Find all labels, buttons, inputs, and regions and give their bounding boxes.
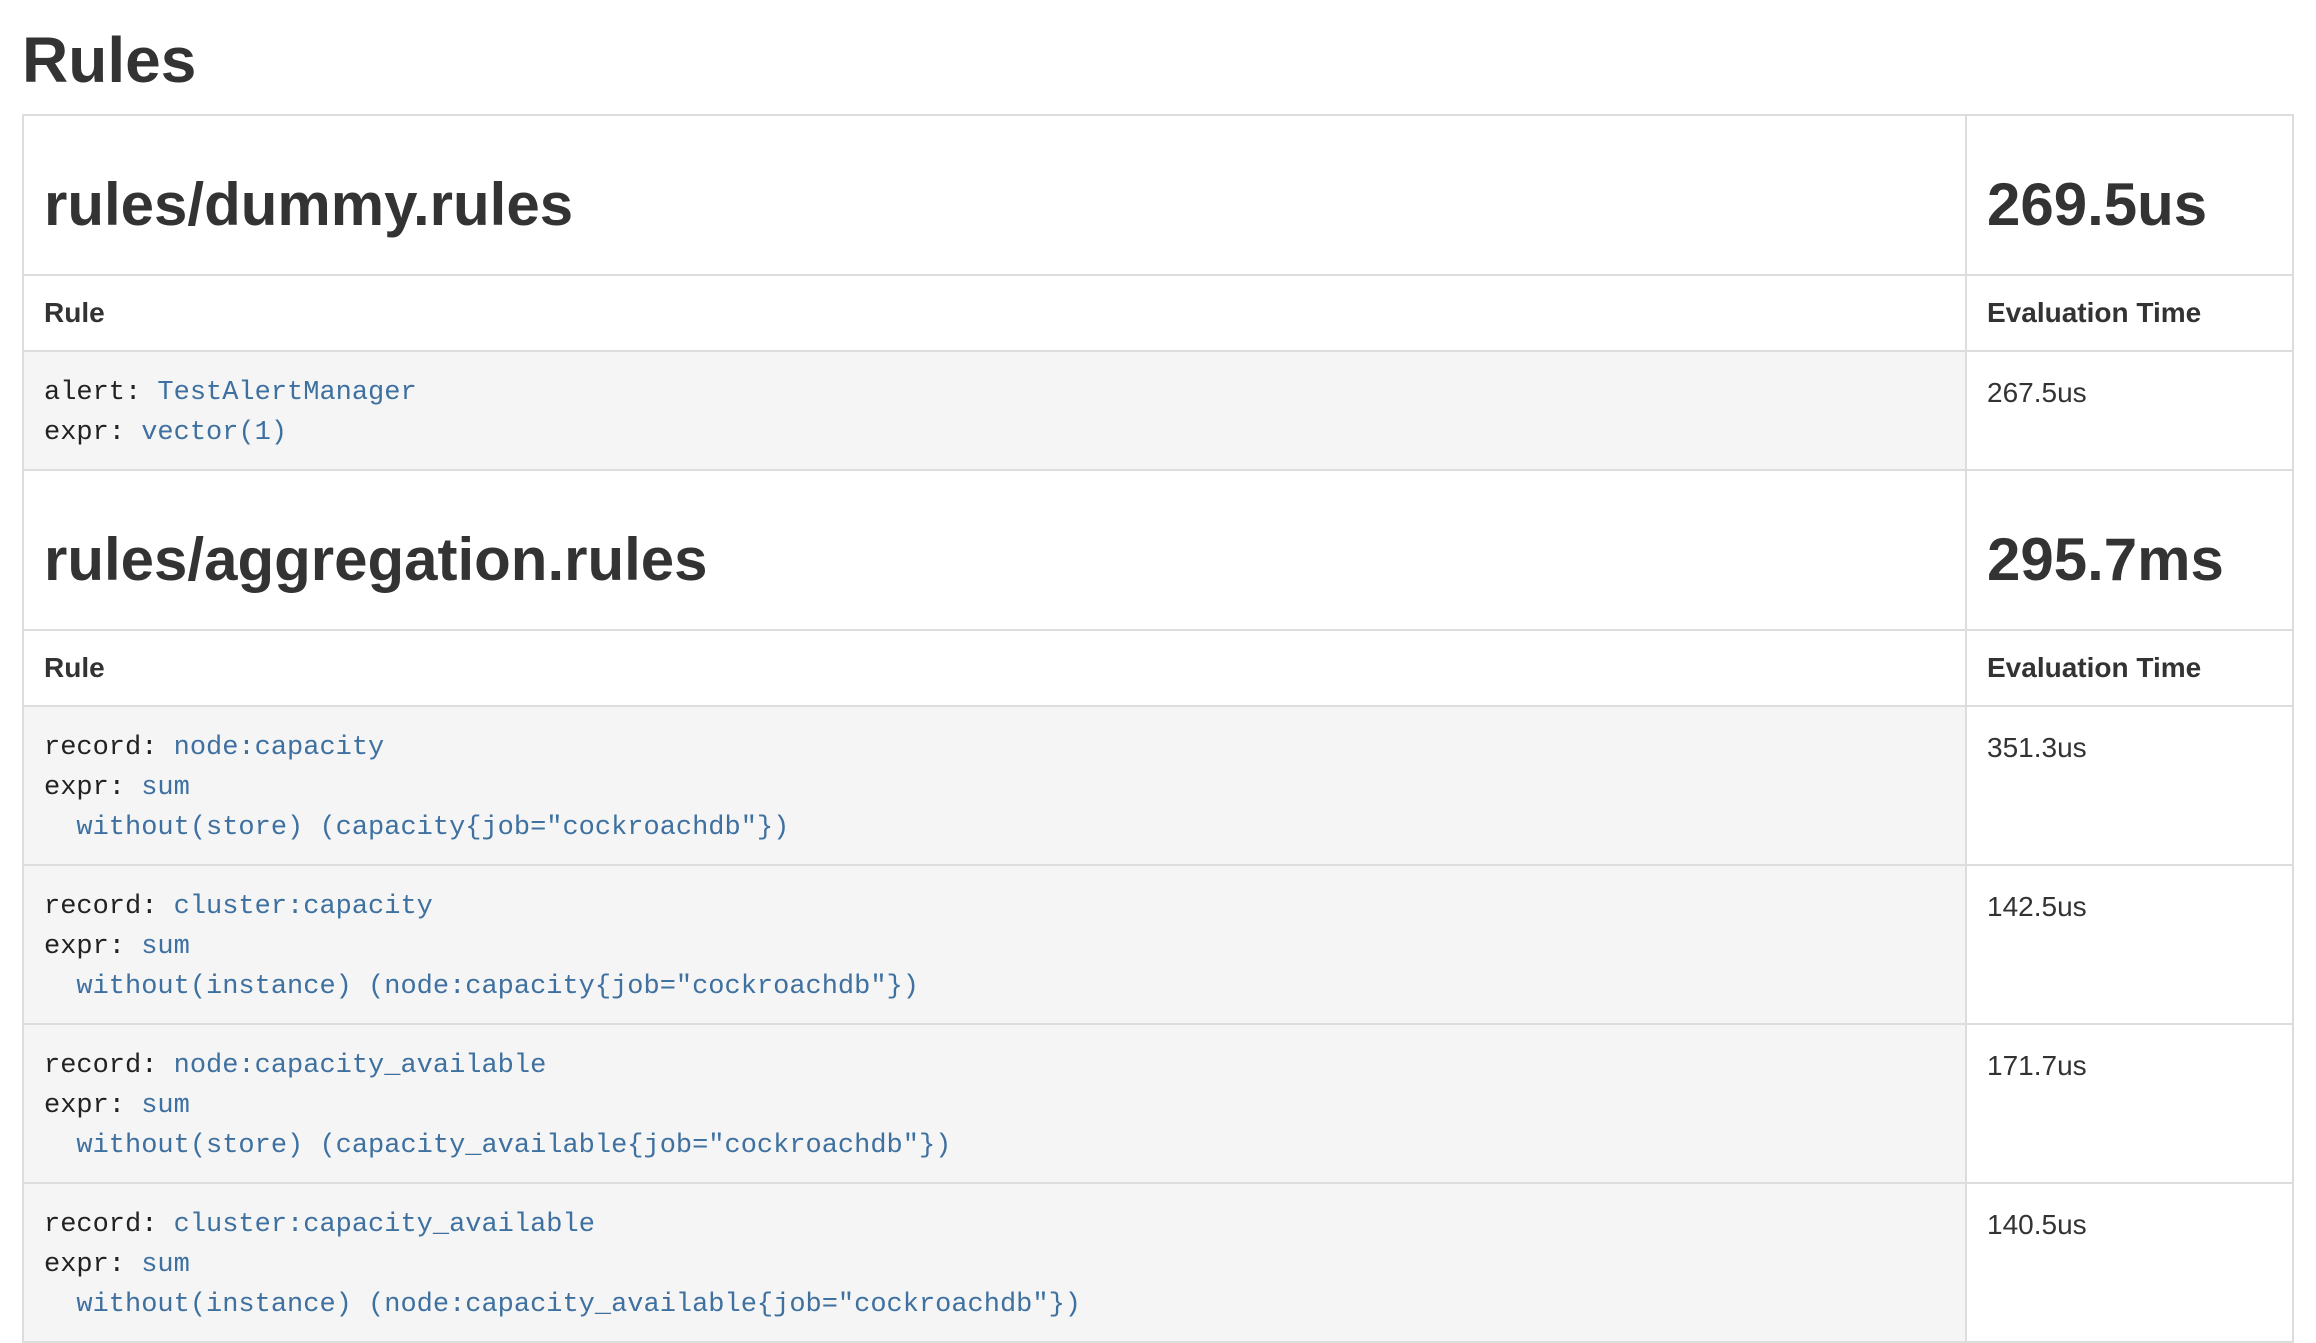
rules-page: { "page_title": "Rules", "columns": { "r… [0, 0, 2316, 1322]
rule-row: alert: TestAlertManagerexpr: vector(1) 2… [23, 351, 2293, 470]
rule-line: expr: sum [44, 1245, 1945, 1285]
rule-type-label: record: [44, 1210, 157, 1240]
rule-definition-cell: record: cluster:capacityexpr: sum withou… [23, 865, 1966, 1024]
rule-line: without(instance) (node:capacity{job="co… [44, 967, 1945, 1007]
rule-code: record: node:capacityexpr: sum without(s… [44, 728, 1945, 848]
rule-column-header: Rule [23, 630, 1966, 706]
rule-code: alert: TestAlertManagerexpr: vector(1) [44, 373, 1945, 453]
rule-type-label: record: [44, 733, 157, 763]
group-file-cell: rules/dummy.rules [23, 115, 1966, 275]
rule-type-label: record: [44, 1051, 157, 1081]
rule-evaluation-time: 351.3us [1966, 706, 2293, 865]
expr-label: expr: [44, 418, 125, 448]
rule-evaluation-time: 140.5us [1966, 1183, 2293, 1342]
expr-link[interactable]: sum [141, 1091, 190, 1121]
rule-code: record: cluster:capacityexpr: sum withou… [44, 887, 1945, 1007]
rule-line: alert: TestAlertManager [44, 373, 1945, 413]
expr-continuation-link[interactable]: without(instance) (node:capacity_availab… [44, 1290, 1081, 1320]
group-header-row: rules/dummy.rules 269.5us [23, 115, 2293, 275]
rule-line: without(store) (capacity_available{job="… [44, 1126, 1945, 1166]
rule-line: record: cluster:capacity_available [44, 1205, 1945, 1245]
rule-row: record: node:capacityexpr: sum without(s… [23, 706, 2293, 865]
group-file-cell: rules/aggregation.rules [23, 470, 1966, 630]
rule-line: without(store) (capacity{job="cockroachd… [44, 808, 1945, 848]
expr-label: expr: [44, 773, 125, 803]
group-file-name: rules/dummy.rules [44, 172, 1945, 238]
expr-label: expr: [44, 1091, 125, 1121]
rule-evaluation-time: 171.7us [1966, 1024, 2293, 1183]
expr-continuation-link[interactable]: without(store) (capacity_available{job="… [44, 1131, 951, 1161]
group-total-time-cell: 295.7ms [1966, 470, 2293, 630]
group-total-time-cell: 269.5us [1966, 115, 2293, 275]
column-header-row: Rule Evaluation Time [23, 630, 2293, 706]
expr-label: expr: [44, 932, 125, 962]
rule-evaluation-time: 267.5us [1966, 351, 2293, 470]
expr-label: expr: [44, 1250, 125, 1280]
rule-definition-cell: alert: TestAlertManagerexpr: vector(1) [23, 351, 1966, 470]
rule-line: expr: sum [44, 1086, 1945, 1126]
rule-name-link[interactable]: node:capacity [174, 733, 385, 763]
expr-continuation-link[interactable]: without(instance) (node:capacity{job="co… [44, 972, 919, 1002]
rule-name-link[interactable]: node:capacity_available [174, 1051, 547, 1081]
expr-link[interactable]: vector(1) [141, 418, 287, 448]
page-title: Rules [22, 22, 2294, 98]
rule-column-header: Rule [23, 275, 1966, 351]
column-header-row: Rule Evaluation Time [23, 275, 2293, 351]
rule-row: record: cluster:capacity_availableexpr: … [23, 1183, 2293, 1342]
rules-table: rules/dummy.rules 269.5us Rule Evaluatio… [22, 114, 2294, 1343]
rule-line: record: node:capacity [44, 728, 1945, 768]
expr-link[interactable]: sum [141, 932, 190, 962]
rule-name-link[interactable]: TestAlertManager [157, 378, 416, 408]
group-header-row: rules/aggregation.rules 295.7ms [23, 470, 2293, 630]
expr-link[interactable]: sum [141, 773, 190, 803]
rule-row: record: cluster:capacityexpr: sum withou… [23, 865, 2293, 1024]
group-total-evaluation-time: 269.5us [1987, 172, 2272, 238]
rule-name-link[interactable]: cluster:capacity_available [174, 1210, 595, 1240]
group-file-name: rules/aggregation.rules [44, 527, 1945, 593]
group-total-evaluation-time: 295.7ms [1987, 527, 2272, 593]
rule-name-link[interactable]: cluster:capacity [174, 892, 433, 922]
expr-continuation-link[interactable]: without(store) (capacity{job="cockroachd… [44, 813, 789, 843]
rule-line: without(instance) (node:capacity_availab… [44, 1285, 1945, 1325]
rule-line: expr: vector(1) [44, 413, 1945, 453]
rule-evaluation-time: 142.5us [1966, 865, 2293, 1024]
rule-code: record: cluster:capacity_availableexpr: … [44, 1205, 1945, 1325]
rule-type-label: alert: [44, 378, 141, 408]
expr-link[interactable]: sum [141, 1250, 190, 1280]
rule-definition-cell: record: node:capacity_availableexpr: sum… [23, 1024, 1966, 1183]
evaluation-time-column-header: Evaluation Time [1966, 630, 2293, 706]
rule-row: record: node:capacity_availableexpr: sum… [23, 1024, 2293, 1183]
rule-line: expr: sum [44, 768, 1945, 808]
rule-line: record: cluster:capacity [44, 887, 1945, 927]
rule-line: record: node:capacity_available [44, 1046, 1945, 1086]
evaluation-time-column-header: Evaluation Time [1966, 275, 2293, 351]
rule-code: record: node:capacity_availableexpr: sum… [44, 1046, 1945, 1166]
rule-definition-cell: record: cluster:capacity_availableexpr: … [23, 1183, 1966, 1342]
rule-line: expr: sum [44, 927, 1945, 967]
rule-type-label: record: [44, 892, 157, 922]
rule-definition-cell: record: node:capacityexpr: sum without(s… [23, 706, 1966, 865]
